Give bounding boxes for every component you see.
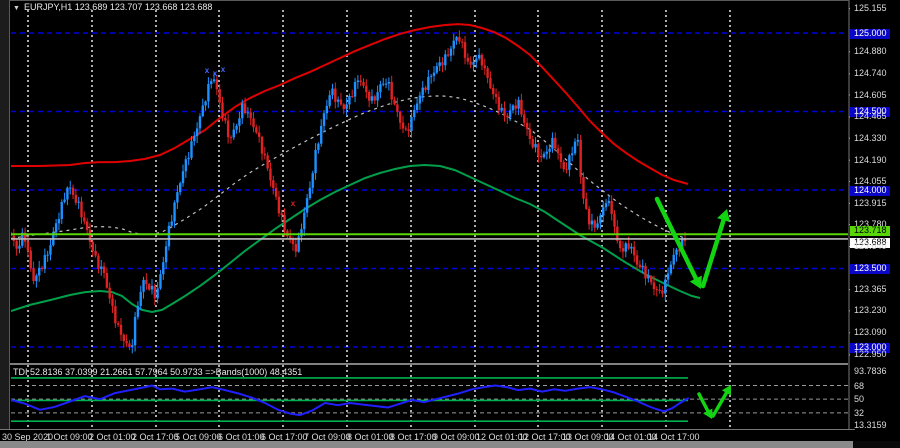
fractal-marker: x — [291, 199, 296, 208]
chart-frame-border — [9, 0, 849, 1]
price-axis-label: 123.640 — [854, 242, 887, 251]
chart-canvas[interactable]: xxxx — [0, 0, 900, 448]
tdi-indicator-label: TDI 52.8136 37.0399 21.2661 57.7964 50.9… — [13, 367, 302, 377]
price-axis-label-blue: 123.500 — [850, 264, 890, 274]
price-axis-label: 123.230 — [854, 306, 887, 315]
price-axis-label: 123.915 — [854, 199, 887, 208]
trading-terminal-window: xxxx ▼EURJPY,H1 123.689 123.707 123.668 … — [0, 0, 900, 448]
price-axis-label: 124.740 — [854, 69, 887, 78]
trade-signal-arrow-tdi — [699, 385, 731, 419]
horizontal-scrollbar[interactable] — [0, 441, 853, 448]
price-axis-label: 124.190 — [854, 156, 887, 165]
price-axis-label: 124.465 — [854, 112, 887, 121]
price-axis-label: 122.950 — [854, 350, 887, 359]
fractal-marker: x — [221, 65, 226, 74]
price-axis-label-blue: 124.000 — [850, 186, 890, 196]
fractal-marker: x — [205, 66, 210, 75]
price-axis-label: 124.330 — [854, 134, 887, 143]
chart-title: ▼ EURJPY,H1 123.689 123.707 123.668 123.6… — [13, 2, 212, 12]
chart-title-text: EURJPY,H1 123.689 123.707 123.668 123.68… — [24, 2, 213, 12]
middle-band-line — [11, 96, 683, 239]
candlestick-series — [10, 30, 686, 353]
price-axis-label: 124.605 — [854, 91, 887, 100]
price-axis-label: 124.880 — [854, 47, 887, 56]
price-axis[interactable]: 125.155125.000124.880124.740124.605124.5… — [850, 0, 900, 441]
chart-dropdown-icon[interactable]: ▼ — [13, 5, 20, 12]
axis-corner — [853, 441, 900, 448]
left-panel-edge — [0, 0, 10, 441]
tdi-axis-label: 13.3159 — [854, 421, 887, 430]
price-axis-label: 123.365 — [854, 285, 887, 294]
tdi-axis-label: 93.7836 — [854, 367, 887, 376]
price-axis-label-green: 123.718 — [850, 226, 890, 236]
tdi-axis-label: 50 — [854, 395, 864, 404]
fractal-marker: x — [213, 69, 218, 78]
tdi-axis-label: 32 — [854, 409, 864, 418]
tdi-axis-label: 68 — [854, 382, 864, 391]
horizontal-price-lines — [11, 234, 848, 239]
price-axis-label: 125.155 — [854, 4, 887, 13]
price-axis-label: 123.090 — [854, 328, 887, 337]
price-axis-label-blue: 125.000 — [850, 29, 890, 39]
